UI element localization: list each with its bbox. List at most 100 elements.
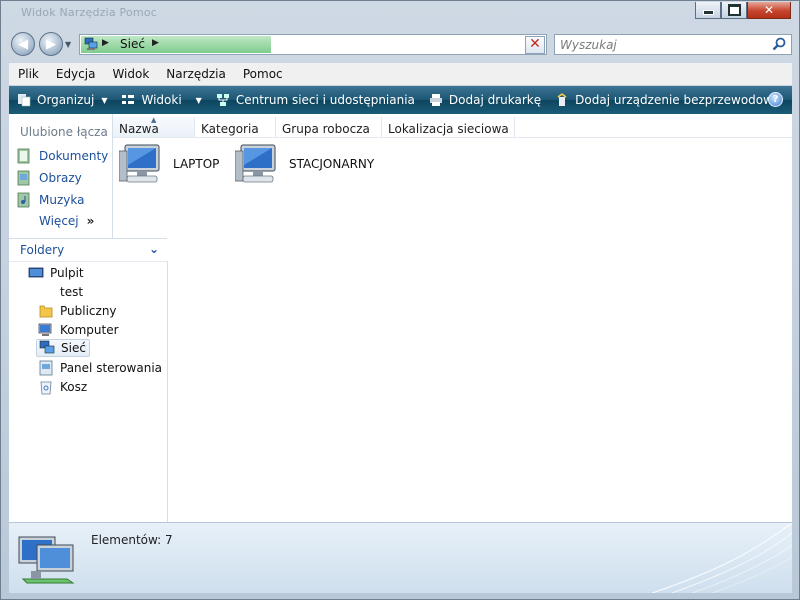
breadcrumb-location[interactable]: Sieć: [120, 37, 145, 51]
network-item-stacjonarny[interactable]: STACJONARNY: [235, 143, 374, 185]
views-button[interactable]: Widoki ▼: [121, 93, 202, 107]
column-header-nazwa[interactable]: ▲ Nazwa: [113, 116, 195, 137]
favorite-item-obrazy[interactable]: Obrazy: [16, 170, 82, 186]
computer-icon: [38, 323, 52, 336]
folders-title: Foldery: [20, 243, 65, 257]
printer-icon: [429, 94, 442, 106]
column-header-grupa-robocza[interactable]: Grupa robocza: [276, 117, 382, 137]
column-header-label: Lokalizacja sieciowa: [388, 122, 509, 136]
add-printer-button[interactable]: Dodaj drukarkę: [429, 93, 541, 107]
title-bar[interactable]: Widok Narzędzia Pomoc ✕: [1, 1, 799, 29]
favorite-item-muzyka[interactable]: Muzyka: [16, 192, 84, 208]
favorite-item-label: Dokumenty: [39, 149, 109, 163]
column-headers: ▲ Nazwa Kategoria Grupa robocza Lokaliza…: [113, 116, 792, 138]
favorite-links-pane: Ulubione łącza Dokumenty Obrazy Muzyka W…: [9, 114, 113, 238]
close-icon: ✕: [763, 3, 775, 17]
maximize-button[interactable]: [721, 2, 747, 19]
minimize-icon: [702, 10, 714, 15]
minimize-button[interactable]: [695, 2, 721, 19]
column-header-label: Nazwa: [119, 122, 159, 136]
computer-icon: [119, 144, 160, 183]
back-arrow-icon: ◀: [18, 36, 28, 52]
search-input[interactable]: Wyszukaj: [554, 34, 792, 55]
search-icon[interactable]: [772, 37, 786, 51]
breadcrumb-arrow-icon[interactable]: ▶: [102, 38, 109, 48]
column-header-label: Grupa robocza: [282, 122, 370, 136]
menu-narzedzia[interactable]: Narzędzia: [157, 67, 234, 81]
network-icon: [18, 536, 75, 584]
command-toolbar: Organizuj ▼ Widoki ▼ Centrum sieci i udo…: [9, 86, 792, 114]
organize-button[interactable]: Organizuj ▼: [17, 93, 107, 107]
organize-caret-icon: ▼: [101, 95, 108, 105]
history-dropdown-icon[interactable]: ▼: [65, 40, 71, 49]
menu-bar: Plik Edycja Widok Narzędzia Pomoc: [9, 63, 792, 86]
network-item-laptop[interactable]: LAPTOP: [119, 143, 219, 185]
sort-ascending-icon: ▲: [151, 116, 157, 124]
tree-item-label: Pulpit: [50, 266, 84, 280]
tree-item-publiczny[interactable]: Publiczny: [38, 302, 117, 320]
folder-icon: [39, 305, 53, 318]
tree-item-label: Komputer: [60, 323, 119, 337]
tree-item-komputer[interactable]: Komputer: [38, 321, 119, 339]
network-center-label: Centrum sieci i udostępniania: [235, 93, 415, 107]
address-row: ◀ ▶ ▼ ▶ Sieć ▶ ▼ ✕ Wyszukaj: [1, 29, 799, 63]
tree-item-pulpit[interactable]: Pulpit: [28, 264, 84, 282]
favorite-more-label: Więcej: [39, 214, 79, 228]
column-header-kategoria[interactable]: Kategoria: [195, 117, 276, 137]
tree-item-panel-sterowania[interactable]: Panel sterowania: [38, 359, 162, 377]
add-wireless-label: Dodaj urządzenie bezprzewodowe: [575, 93, 781, 107]
wireless-device-icon: [557, 93, 567, 106]
stop-button[interactable]: ✕: [525, 36, 545, 54]
organize-label: Organizuj: [37, 93, 95, 107]
favorite-item-label: Muzyka: [39, 193, 85, 207]
control-panel-icon: [39, 360, 53, 376]
views-icon: [122, 95, 135, 104]
chevron-right-icon: »: [86, 214, 95, 228]
network-icon: [39, 340, 55, 354]
forward-arrow-icon: ▶: [46, 36, 56, 52]
tree-item-test[interactable]: test: [38, 283, 83, 301]
favorite-links-title: Ulubione łącza: [20, 125, 108, 139]
pictures-icon: [17, 170, 30, 186]
menu-plik[interactable]: Plik: [9, 67, 47, 81]
tree-item-kosz[interactable]: Kosz: [38, 378, 87, 396]
favorite-more-button[interactable]: Więcej »: [39, 214, 94, 228]
views-caret-icon: ▼: [195, 95, 202, 105]
user-folder-icon: [38, 284, 54, 300]
address-bar[interactable]: ▶ Sieć ▶ ▼: [79, 34, 547, 55]
network-center-button[interactable]: Centrum sieci i udostępniania: [216, 93, 415, 107]
desktop-icon: [28, 267, 44, 278]
close-button[interactable]: ✕: [747, 2, 791, 19]
folder-tree: Pulpit test Publiczny Komputer Sieć Pane…: [9, 261, 168, 522]
tree-item-label: Sieć: [61, 341, 86, 355]
music-icon: [17, 192, 30, 208]
forward-button[interactable]: ▶: [39, 32, 63, 56]
stop-icon: ✕: [529, 36, 541, 52]
menu-edycja[interactable]: Edycja: [47, 67, 104, 81]
network-item-label: LAPTOP: [173, 157, 220, 171]
address-progress: [81, 36, 271, 53]
content-area: Ulubione łącza Dokumenty Obrazy Muzyka W…: [9, 114, 792, 522]
tree-item-label: Publiczny: [60, 304, 117, 318]
menu-pomoc[interactable]: Pomoc: [234, 67, 291, 81]
network-icon: [84, 37, 98, 50]
chevron-down-icon: ⌄: [148, 242, 159, 256]
folders-header[interactable]: Foldery ⌄: [9, 238, 167, 262]
search-placeholder: Wyszukaj: [560, 38, 617, 52]
explorer-window: Widok Narzędzia Pomoc ✕ ◀ ▶ ▼ ▶ Sieć ▶ ▼…: [0, 0, 800, 600]
favorite-item-dokumenty[interactable]: Dokumenty: [16, 148, 108, 164]
details-pane: Elementów: 7: [9, 522, 792, 593]
back-button[interactable]: ◀: [11, 32, 35, 56]
recycle-bin-icon: [40, 381, 52, 395]
network-item-label: STACJONARNY: [289, 157, 375, 171]
tree-item-siec[interactable]: Sieć: [36, 339, 90, 357]
window-title: Widok Narzędzia Pomoc: [21, 6, 158, 19]
help-icon[interactable]: ?: [768, 92, 783, 107]
breadcrumb-arrow-icon[interactable]: ▶: [152, 38, 159, 48]
menu-widok[interactable]: Widok: [103, 67, 157, 81]
add-wireless-device-button[interactable]: Dodaj urządzenie bezprzewodowe: [555, 93, 780, 107]
column-header-lokalizacja[interactable]: Lokalizacja sieciowa: [382, 117, 515, 137]
network-center-icon: [216, 94, 229, 106]
favorite-item-label: Obrazy: [39, 171, 82, 185]
add-printer-label: Dodaj drukarkę: [448, 93, 542, 107]
